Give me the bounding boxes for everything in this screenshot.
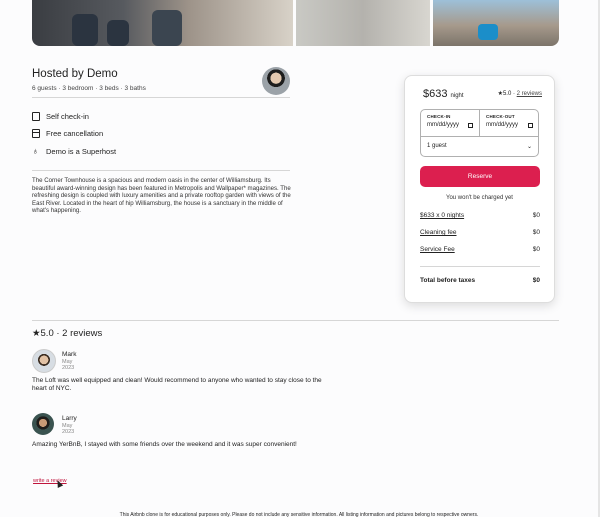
rating-value: ★5.0 · [497,91,515,97]
review-date: May 2023 [62,423,75,435]
feature-free-cancellation: Free cancellation [32,129,103,138]
feature-self-checkin: Self check-in [32,112,89,121]
review-text: Amazing YerBnB, I stayed with some frien… [32,441,297,448]
feature-label: Free cancellation [46,129,104,138]
fee-row-cleaning: Cleaning fee $0 [420,229,540,236]
total-label: Total before taxes [420,277,476,284]
checkout-field[interactable]: CHECK-OUT mm/dd/yyyy [480,110,539,136]
listing-photo-2[interactable] [295,0,430,46]
calendar-icon [32,129,40,138]
nights-value: $0 [532,212,540,219]
service-label[interactable]: Service Fee [420,246,455,253]
service-value: $0 [532,246,540,253]
calendar-icon[interactable] [528,122,533,128]
host-title: Hosted by Demo [32,68,118,80]
door-icon [32,112,40,121]
review-date: May 2023 [62,359,75,371]
fee-row-nights: $633 x 0 nights $0 [420,212,540,219]
listing-summary: 6 guests · 3 bedroom · 3 beds · 3 baths [32,85,146,92]
medal-icon: ♁ [32,146,39,156]
listing-photo-1[interactable] [32,0,293,46]
reserve-button[interactable]: Reserve [420,166,540,187]
checkin-value[interactable]: mm/dd/yyyy [427,122,459,128]
chevron-down-icon: ⌄ [526,144,532,150]
footer-disclaimer: This Airbnb clone is for educational pur… [119,512,479,518]
total-value: $0 [532,277,540,284]
checkin-field[interactable]: CHECK-IN mm/dd/yyyy [421,110,480,136]
listing-photo-3[interactable] [432,0,559,46]
listing-description: The Corner Townhouse is a spacious and m… [32,177,291,215]
nightly-price: $633 night [423,88,464,100]
review-text: The Loft was well equipped and clean! Wo… [32,377,322,392]
nights-label[interactable]: $633 x 0 nights [420,212,464,219]
feature-superhost: ♁ Demo is a Superhost [32,146,117,157]
feature-label: Demo is a Superhost [46,147,117,156]
divider [32,170,290,171]
guests-select[interactable]: 1 guest ⌄ [421,136,538,157]
photo-gallery[interactable] [32,0,559,46]
reviewer-name: Larry [62,415,77,422]
checkout-label: CHECK-OUT [486,114,515,119]
listing-page: Hosted by Demo 6 guests · 3 bedroom · 3 … [0,0,600,518]
feature-label: Self check-in [46,112,89,121]
card-rating: ★5.0 · 2 reviews [498,90,542,97]
divider [420,266,540,267]
reviews-heading: ★5.0 · 2 reviews [32,328,103,339]
cleaning-label[interactable]: Cleaning fee [420,229,457,236]
calendar-icon[interactable] [468,122,473,128]
reviews-link[interactable]: 2 reviews [517,91,542,97]
checkout-value[interactable]: mm/dd/yyyy [486,122,518,128]
price-unit: night [450,93,464,99]
checkin-label: CHECK-IN [427,114,451,119]
no-charge-note: You won't be charged yet [446,195,513,201]
guests-value: 1 guest [427,143,447,149]
host-avatar [262,67,290,95]
divider [32,320,559,321]
date-guest-picker: CHECK-IN mm/dd/yyyy CHECK-OUT mm/dd/yyyy… [420,109,539,157]
divider [32,97,290,98]
fee-row-service: Service Fee $0 [420,246,540,253]
reviewer-name: Mark [62,351,77,358]
cleaning-value: $0 [532,229,540,236]
price-value: $633 [423,88,448,100]
total-row: Total before taxes $0 [420,277,540,284]
booking-card: $633 night ★5.0 · 2 reviews CHECK-IN mm/… [404,75,555,303]
avatar [32,413,54,435]
avatar [32,349,56,373]
